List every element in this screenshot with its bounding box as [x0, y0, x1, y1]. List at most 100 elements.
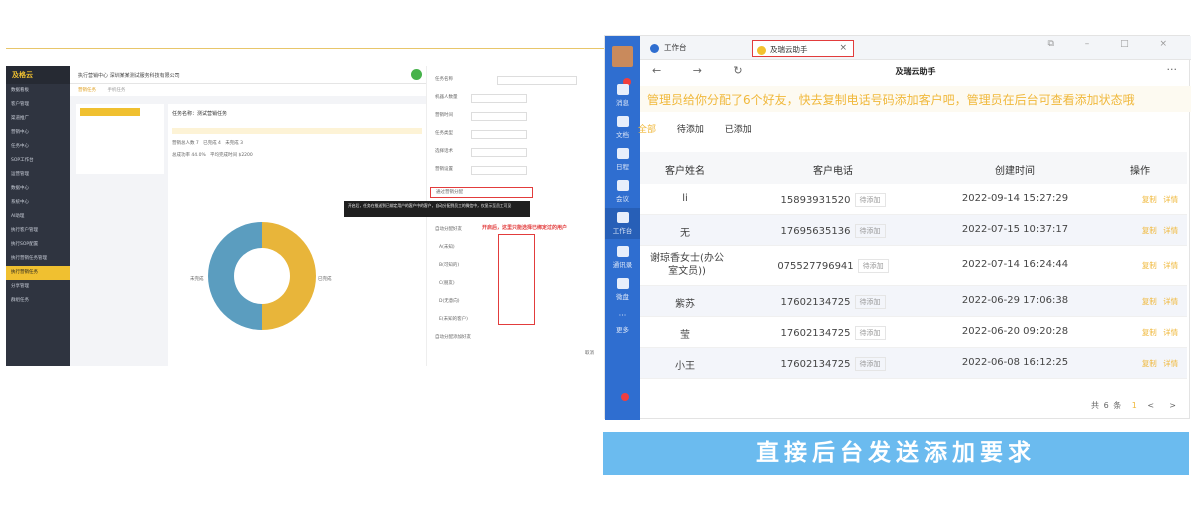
checkbox-label[interactable]: 通过营销分配: [436, 189, 463, 195]
assign-label: 自动分配好友: [435, 227, 462, 232]
tab-helper[interactable]: 及瑞云助手 ×: [752, 40, 854, 57]
more-menu-icon[interactable]: ···: [1167, 63, 1178, 76]
task-title: 任务名称：测试营销任务: [172, 111, 228, 117]
table-row: 谢琼香女士(办公室文员)) 075527796941 待添加 2022-07-14…: [640, 246, 1187, 286]
add-task-button[interactable]: [80, 108, 140, 116]
copy-button[interactable]: 复制: [1142, 195, 1157, 204]
sidebar-item[interactable]: 营销中心: [6, 126, 70, 140]
pager-prev[interactable]: <: [1147, 401, 1155, 410]
cell-time: 2022-06-20 09:20:28: [961, 326, 1069, 337]
sidebar-item[interactable]: 执行营销任务管理: [6, 252, 70, 266]
time-select[interactable]: [471, 112, 527, 121]
status-badge: 待添加: [857, 259, 889, 273]
tooltip: 开启后，任务在推送到已绑定用户的客户中的客户，自动分配到员工的微信中，仅显示至员…: [344, 201, 530, 217]
sidebar-item[interactable]: 任务中心: [6, 140, 70, 154]
sidebar-item[interactable]: 群组任务: [6, 294, 70, 308]
close-icon[interactable]: ×: [839, 43, 847, 53]
sidebar-item[interactable]: 客户管理: [6, 98, 70, 112]
pager-current[interactable]: 1: [1132, 401, 1138, 410]
phone: 17602134725: [780, 328, 851, 339]
tab-added[interactable]: 已添加: [725, 125, 752, 135]
table-row: 小王 17602134725 待添加 2022-06-08 16:12:25 复制…: [640, 348, 1187, 379]
tab-workbench[interactable]: 工作台: [650, 42, 687, 53]
sidebar-item[interactable]: AI助理: [6, 210, 70, 224]
detail-button[interactable]: 详情: [1163, 297, 1178, 306]
legend-b: 未完成: [190, 277, 204, 282]
cell-ops: 复制 详情: [1130, 327, 1190, 338]
rail-item-workbench[interactable]: 工作台: [605, 208, 640, 239]
admin-topbar-text: 执行营销中心 深圳某某测试服务科技有限公司: [78, 73, 180, 79]
notice-banner: 管理员给你分配了6个好友，快去复制电话号码添加客户吧，管理员在后台可查看添加状态…: [640, 86, 1191, 112]
tab-all[interactable]: 全部: [638, 125, 656, 135]
sidebar-item[interactable]: 数据看板: [6, 84, 70, 98]
status-badge: 待添加: [854, 295, 886, 309]
detail-button[interactable]: 详情: [1163, 359, 1178, 368]
col-name: 客户姓名: [665, 166, 705, 177]
script-select[interactable]: [471, 148, 527, 157]
admin-tab[interactable]: 营销任务: [78, 88, 96, 93]
sidebar-item[interactable]: SOP工作台: [6, 154, 70, 168]
copy-button[interactable]: 复制: [1142, 297, 1157, 306]
rail-item-messages[interactable]: 消息: [605, 84, 640, 107]
row-label: A(未知): [439, 245, 455, 250]
col-phone: 客户电话: [813, 166, 853, 177]
tab-label: 及瑞云助手: [770, 45, 808, 54]
detail-button[interactable]: 详情: [1163, 226, 1178, 235]
status-badge: 待添加: [854, 193, 886, 207]
sidebar-item-active[interactable]: 执行营销任务: [6, 266, 70, 280]
rail-item-more[interactable]: ··· 更多: [605, 312, 640, 335]
rail-label: 通讯录: [612, 261, 633, 269]
sidebar-item[interactable]: 分享管理: [6, 280, 70, 294]
rail-item-contacts[interactable]: 通讯录: [605, 246, 640, 269]
copy-button[interactable]: 复制: [1142, 226, 1157, 235]
rail-item-calendar[interactable]: 日程: [605, 148, 640, 171]
rail-item-drive[interactable]: 微盘: [605, 278, 640, 301]
copy-button[interactable]: 复制: [1142, 261, 1157, 270]
status-badge: 待添加: [854, 224, 886, 238]
detail-button[interactable]: 详情: [1163, 195, 1178, 204]
sidebar-item[interactable]: 渠道推广: [6, 112, 70, 126]
row-label: E(未知的客户): [439, 317, 468, 322]
detail-button[interactable]: 详情: [1163, 328, 1178, 337]
task-name-input[interactable]: [497, 76, 577, 85]
cell-ops: 复制 详情: [1130, 194, 1190, 205]
tab-pending[interactable]: 待添加: [677, 125, 704, 135]
stats-row-2: 总成功率 44.0% 平均完成时间 $2200: [172, 152, 253, 158]
window-controls[interactable]: ⧉ – □ ×: [1047, 39, 1181, 49]
sidebar-item[interactable]: 数据中心: [6, 182, 70, 196]
doc-icon: [616, 116, 629, 127]
sidebar-item[interactable]: 系统中心: [6, 196, 70, 210]
detail-button[interactable]: 详情: [1163, 261, 1178, 270]
stat: 未完成 3: [225, 141, 243, 146]
rail-item-meeting[interactable]: 会议: [605, 180, 640, 203]
sidebar-item[interactable]: 执行客户管理: [6, 224, 70, 238]
cell-time: 2022-06-29 17:06:38: [961, 295, 1069, 306]
form-label: 营销时间: [435, 113, 453, 118]
avatar[interactable]: [612, 46, 633, 67]
legend-a: 已完成: [318, 277, 332, 282]
sidebar-item[interactable]: 运营管理: [6, 168, 70, 182]
divider-line: [6, 48, 604, 49]
cell-name: li: [682, 193, 688, 204]
wecom-window: 消息 文档 日程 会议 工作台 通讯录 微盘 ··· 更多 工作台 及瑞云助手 × …: [604, 35, 1191, 420]
cell-name: 小王: [675, 361, 695, 372]
cell-phone: 15893931520 待添加: [758, 193, 908, 207]
cell-ops: 复制 详情: [1130, 358, 1190, 369]
caption-banner: 直接后台发送添加要求: [603, 432, 1189, 475]
setting-select[interactable]: [471, 166, 527, 175]
rail-label: 文档: [616, 131, 629, 139]
copy-button[interactable]: 复制: [1142, 328, 1157, 337]
table-row: 莹 17602134725 待添加 2022-06-20 09:20:28 复制 …: [640, 317, 1187, 348]
cell-time: 2022-06-08 16:12:25: [961, 357, 1069, 368]
rail-item-docs[interactable]: 文档: [605, 116, 640, 139]
cancel-button[interactable]: 取消: [585, 350, 594, 360]
cell-phone: 17695635136 待添加: [758, 224, 908, 238]
phone: 075527796941: [777, 261, 854, 272]
copy-button[interactable]: 复制: [1142, 359, 1157, 368]
stat: 平均完成时间 $2200: [210, 153, 253, 158]
admin-tab[interactable]: 手机任务: [107, 88, 125, 93]
sidebar-item[interactable]: 执行SOP配置: [6, 238, 70, 252]
robot-count-stepper[interactable]: [471, 94, 527, 103]
pager-next[interactable]: >: [1169, 401, 1177, 410]
type-select[interactable]: [471, 130, 527, 139]
